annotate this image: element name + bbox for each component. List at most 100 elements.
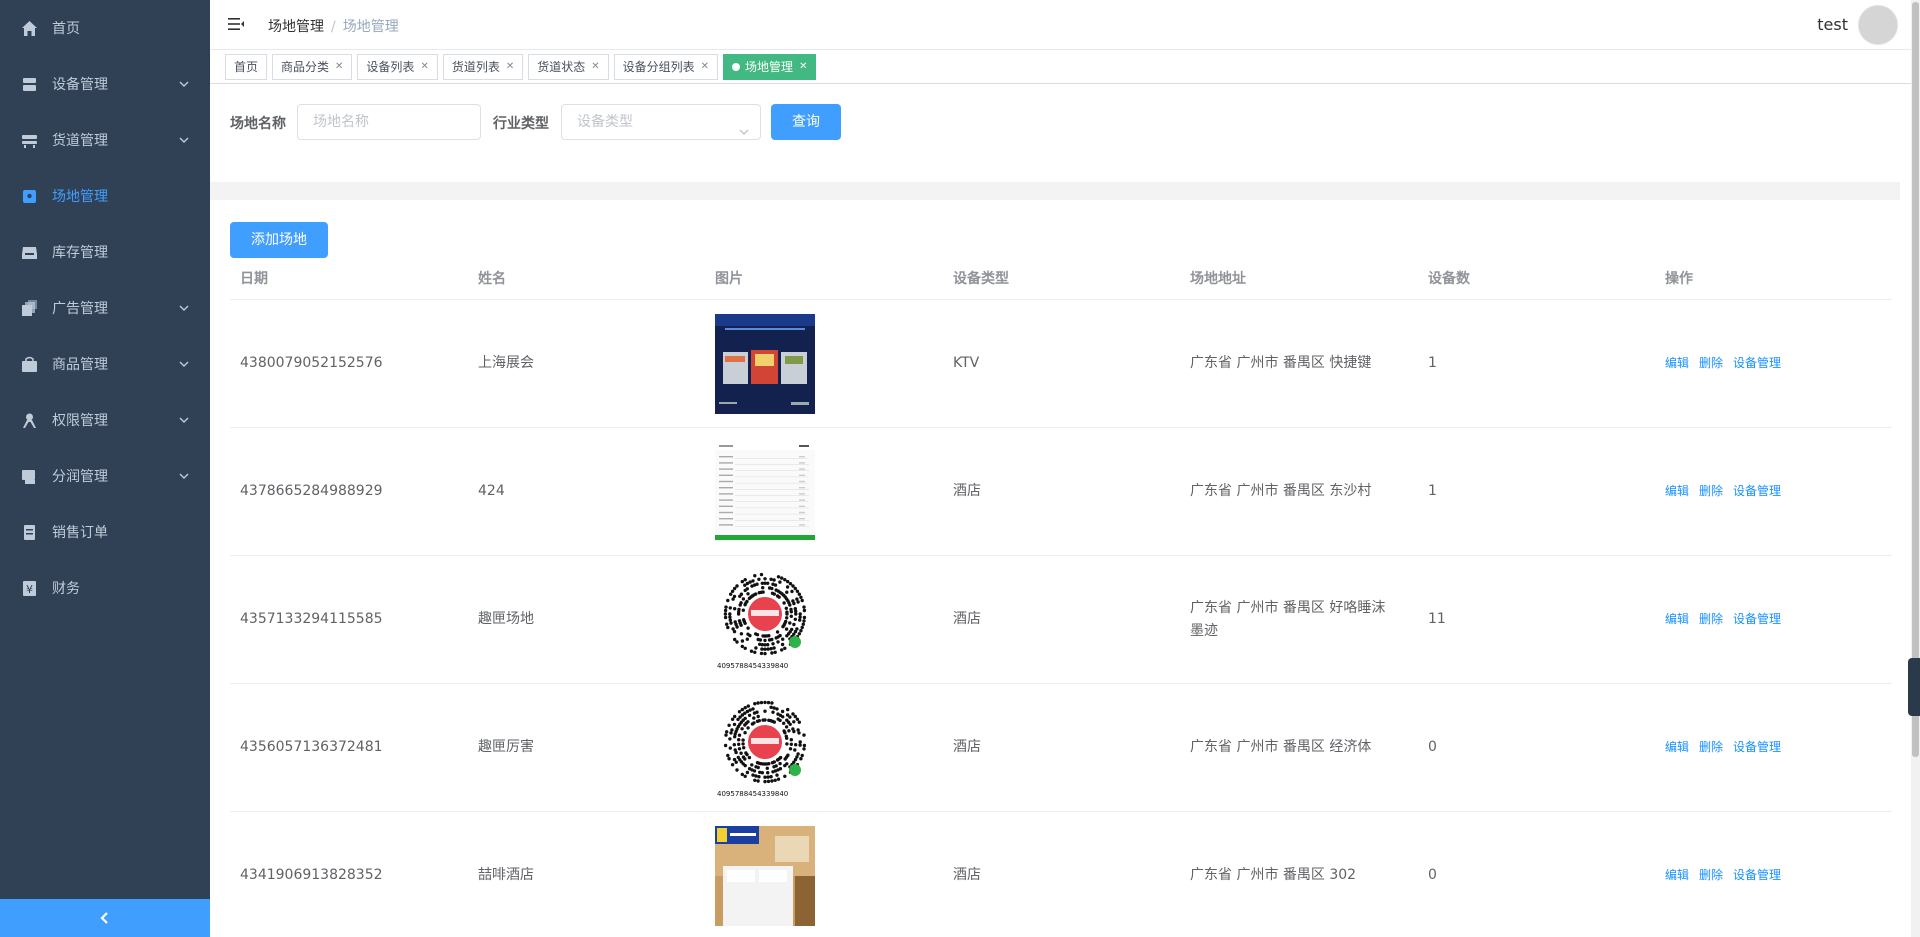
cargo-lane-icon: [20, 131, 38, 149]
close-icon[interactable]: ✕: [335, 55, 343, 79]
cell-actions: 编辑 删除 设备管理: [1655, 864, 1892, 887]
delete-link[interactable]: 删除: [1699, 484, 1723, 498]
tag-item[interactable]: 货道列表 ✕: [442, 54, 524, 80]
sidebar-collapse-button[interactable]: [0, 899, 210, 937]
chevron-down-icon: [178, 470, 190, 482]
sidebar-item[interactable]: 销售订单: [0, 504, 210, 560]
sidebar-item[interactable]: 库存管理: [0, 224, 210, 280]
table-row: 4380079052152576 上海展会 KTV 广东省 广州市 番禺区 快捷键 1 编…: [230, 300, 1892, 428]
edit-link[interactable]: 编辑: [1665, 868, 1689, 882]
document-screenshot-image[interactable]: [715, 441, 815, 542]
mini-program-code-image[interactable]: 4095788454339840: [715, 697, 815, 798]
device-manage-link[interactable]: 设备管理: [1733, 612, 1781, 626]
avatar[interactable]: [1858, 5, 1898, 45]
delete-link[interactable]: 删除: [1699, 612, 1723, 626]
sidebar-item-label: 场地管理: [52, 189, 108, 205]
column-header-date: 日期: [240, 271, 268, 287]
sidebar: 首页设备管理货道管理场地管理库存管理 广告管理 商品管理权限管理分润管理 销售订单 ¥ 财…: [0, 0, 210, 937]
breadcrumb: 场地管理 / 场地管理: [268, 19, 399, 35]
cell-address: 广东省 广州市 番禺区 东沙村: [1190, 483, 1372, 499]
device-manage-link[interactable]: 设备管理: [1733, 740, 1781, 754]
edit-link[interactable]: 编辑: [1665, 356, 1689, 370]
breadcrumb-item[interactable]: 场地管理: [268, 19, 324, 35]
venue-table: 日期 姓名 图片 设备类型 场地地址 设备数 操作 43800790521525…: [230, 264, 1892, 937]
sidebar-item-label: 权限管理: [52, 413, 108, 429]
cell-device-count: 11: [1428, 611, 1446, 627]
cell-name: 上海展会: [478, 355, 534, 371]
sidebar-item[interactable]: 首页: [0, 0, 210, 56]
chevron-down-icon: [178, 414, 190, 426]
hotel-room-image[interactable]: [715, 825, 815, 926]
edit-link[interactable]: 编辑: [1665, 612, 1689, 626]
filter-form: 场地名称 行业类型 设备类型 查询: [210, 84, 1920, 182]
cell-actions: 编辑 删除 设备管理: [1655, 352, 1892, 375]
venue-name-input[interactable]: [297, 104, 481, 140]
sidebar-item-label: 设备管理: [52, 77, 108, 93]
breadcrumb-current: 场地管理: [342, 19, 399, 35]
permission-icon: [20, 411, 38, 429]
tag-item[interactable]: 货道状态 ✕: [528, 54, 609, 80]
scrollbar-thumb[interactable]: [1912, 2, 1919, 757]
cell-device-type: 酒店: [953, 611, 981, 627]
hamburger-icon[interactable]: [227, 15, 245, 33]
edit-link[interactable]: 编辑: [1665, 484, 1689, 498]
tag-label: 货道状态: [537, 60, 586, 74]
sidebar-item[interactable]: 设备管理: [0, 56, 210, 112]
search-button[interactable]: 查询: [771, 104, 841, 140]
cell-date: 4341906913828352: [240, 867, 383, 883]
active-dot-icon: [732, 63, 741, 71]
chevron-down-icon: [178, 358, 190, 370]
delete-link[interactable]: 删除: [1699, 740, 1723, 754]
user-name[interactable]: test: [1817, 15, 1848, 34]
tag-item[interactable]: 设备列表 ✕: [357, 54, 438, 80]
industry-type-select[interactable]: 设备类型: [561, 104, 761, 140]
cell-device-count: 1: [1428, 483, 1437, 499]
sidebar-item[interactable]: 权限管理: [0, 392, 210, 448]
close-icon[interactable]: ✕: [591, 55, 599, 79]
inventory-icon: [20, 243, 38, 261]
sidebar-item[interactable]: 场地管理: [0, 168, 210, 224]
tag-item[interactable]: 商品分类 ✕: [272, 54, 353, 80]
tag-label: 商品分类: [281, 60, 330, 74]
finance-icon: ¥: [20, 579, 38, 597]
sidebar-item[interactable]: ¥ 财务: [0, 560, 210, 616]
cell-actions: 编辑 删除 设备管理: [1655, 608, 1892, 631]
column-header-image: 图片: [715, 271, 743, 287]
tag-item[interactable]: 设备分组列表 ✕: [613, 54, 719, 80]
mini-program-code-image[interactable]: 4095788454339840: [715, 569, 815, 670]
sidebar-item[interactable]: 分润管理: [0, 448, 210, 504]
cell-image: [705, 825, 943, 926]
venue-icon: [20, 187, 38, 205]
cell-device-count: 0: [1428, 739, 1437, 755]
svg-text:¥: ¥: [26, 583, 33, 596]
industry-type-placeholder: 设备类型: [577, 114, 633, 130]
sidebar-item-label: 财务: [52, 581, 80, 597]
sidebar-item[interactable]: 商品管理: [0, 336, 210, 392]
close-icon[interactable]: ✕: [506, 55, 514, 79]
tag-item[interactable]: 场地管理 ✕: [723, 54, 817, 80]
device-icon: [20, 75, 38, 93]
device-manage-link[interactable]: 设备管理: [1733, 484, 1781, 498]
device-manage-link[interactable]: 设备管理: [1733, 356, 1781, 370]
sidebar-item[interactable]: 广告管理: [0, 280, 210, 336]
close-icon[interactable]: ✕: [799, 55, 807, 79]
tag-item[interactable]: 首页: [225, 54, 268, 80]
add-venue-button[interactable]: 添加场地: [230, 222, 328, 258]
cell-date: 4380079052152576: [240, 355, 383, 371]
blue-screen-image[interactable]: [715, 313, 815, 414]
edit-link[interactable]: 编辑: [1665, 740, 1689, 754]
sidebar-item-label: 货道管理: [52, 133, 108, 149]
sidebar-item[interactable]: 货道管理: [0, 112, 210, 168]
close-icon[interactable]: ✕: [420, 55, 428, 79]
column-header-device-type: 设备类型: [953, 271, 1009, 287]
close-icon[interactable]: ✕: [701, 55, 709, 79]
chevron-down-icon: [178, 78, 190, 90]
table-row: 4356057136372481 趣匣厉害 4095788454339840 酒店 广东…: [230, 684, 1892, 812]
scrollbar[interactable]: [1911, 0, 1920, 937]
cell-name: 趣匣厉害: [478, 739, 534, 755]
delete-link[interactable]: 删除: [1699, 356, 1723, 370]
column-header-actions: 操作: [1665, 271, 1693, 287]
delete-link[interactable]: 删除: [1699, 868, 1723, 882]
side-widget[interactable]: [1908, 658, 1920, 716]
device-manage-link[interactable]: 设备管理: [1733, 868, 1781, 882]
